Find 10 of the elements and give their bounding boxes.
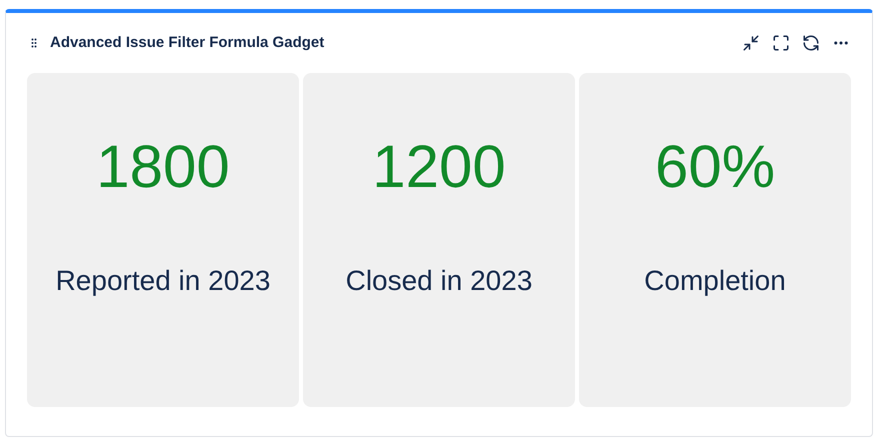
minimize-icon[interactable] <box>742 34 760 52</box>
fullscreen-icon[interactable] <box>772 34 790 52</box>
stat-label: Reported in 2023 <box>56 264 270 298</box>
stat-label: Closed in 2023 <box>346 264 532 298</box>
stat-value: 1200 <box>372 132 506 202</box>
stat-value: 1800 <box>96 132 230 202</box>
refresh-icon[interactable] <box>802 34 820 52</box>
stat-value: 60% <box>654 132 776 202</box>
gadget-title: Advanced Issue Filter Formula Gadget <box>50 32 324 53</box>
stat-label: Completion <box>644 264 786 298</box>
